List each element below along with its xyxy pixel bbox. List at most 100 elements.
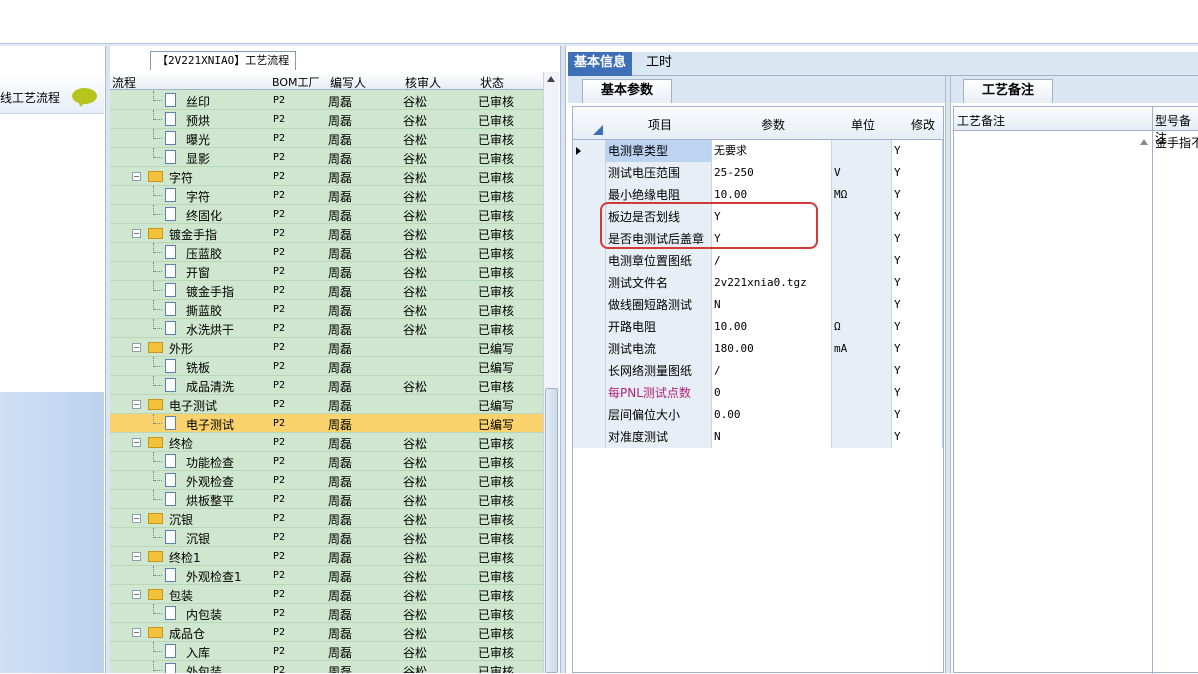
tab-work-hours[interactable]: 工时 — [640, 52, 678, 76]
col-header-process-note[interactable]: 工艺备注 — [957, 112, 1005, 129]
tree-row[interactable]: 内包装 P2 周磊 谷松 已审核 — [110, 604, 543, 623]
speech-bubble-icon[interactable] — [72, 88, 97, 104]
collapse-toggle-icon[interactable]: − — [132, 552, 141, 561]
tree-row[interactable]: − 终检1 P2 周磊 谷松 已审核 — [110, 547, 543, 566]
param-row[interactable]: 做线圈短路测试 N Y — [573, 294, 943, 316]
param-unit[interactable] — [832, 272, 892, 294]
param-value[interactable]: 0 — [712, 382, 832, 404]
param-modify[interactable]: Y — [892, 316, 943, 338]
scroll-up-icon[interactable] — [547, 76, 555, 82]
param-row[interactable]: 电测章类型 无要求 Y — [573, 140, 943, 162]
tree-vertical-scrollbar[interactable] — [543, 72, 559, 673]
tree-row[interactable]: 丝印 P2 周磊 谷松 已审核 — [110, 91, 543, 110]
param-value[interactable]: N — [712, 426, 832, 448]
row-indicator[interactable] — [573, 338, 606, 360]
row-indicator[interactable] — [573, 140, 606, 162]
row-indicator[interactable] — [573, 404, 606, 426]
row-indicator[interactable] — [573, 184, 606, 206]
right-splitter[interactable] — [945, 76, 951, 673]
param-unit[interactable]: MΩ — [832, 184, 892, 206]
param-value[interactable]: N — [712, 294, 832, 316]
collapse-toggle-icon[interactable]: − — [132, 514, 141, 523]
collapse-toggle-icon[interactable]: − — [132, 229, 141, 238]
param-row[interactable]: 层间偏位大小 0.00 Y — [573, 404, 943, 426]
tree-row[interactable]: − 成品仓 P2 周磊 谷松 已审核 — [110, 623, 543, 642]
param-modify[interactable]: Y — [892, 338, 943, 360]
param-unit[interactable]: Ω — [832, 316, 892, 338]
param-modify[interactable]: Y — [892, 206, 943, 228]
tree-row[interactable]: − 终检 P2 周磊 谷松 已审核 — [110, 433, 543, 452]
param-value[interactable]: 无要求 — [712, 140, 832, 162]
param-value[interactable]: 10.00 — [712, 316, 832, 338]
param-unit[interactable] — [832, 382, 892, 404]
tab-process-notes[interactable]: 工艺备注 — [963, 79, 1053, 103]
middle-splitter[interactable] — [560, 46, 566, 673]
tree-row[interactable]: − 电子测试 P2 周磊 已编写 — [110, 395, 543, 414]
notes-scroll-up-icon[interactable] — [1140, 139, 1148, 145]
row-indicator[interactable] — [573, 316, 606, 338]
param-unit[interactable] — [832, 250, 892, 272]
left-panel-header[interactable]: 线工艺流程 — [0, 78, 104, 114]
scroll-thumb[interactable] — [545, 388, 558, 673]
tree-row[interactable]: 显影 P2 周磊 谷松 已审核 — [110, 148, 543, 167]
tree-row[interactable]: 外观检查 P2 周磊 谷松 已审核 — [110, 471, 543, 490]
param-modify[interactable]: Y — [892, 360, 943, 382]
corner-select-icon[interactable] — [593, 125, 603, 135]
param-modify[interactable]: Y — [892, 228, 943, 250]
param-unit[interactable] — [832, 404, 892, 426]
col-header-flow[interactable]: 流程 — [112, 74, 136, 91]
tab-basic-params[interactable]: 基本参数 — [582, 79, 672, 103]
col-header-item[interactable]: 项目 — [648, 116, 672, 133]
param-modify[interactable]: Y — [892, 272, 943, 294]
tree-row[interactable]: 烘板整平 P2 周磊 谷松 已审核 — [110, 490, 543, 509]
param-row[interactable]: 测试电流 180.00 mA Y — [573, 338, 943, 360]
tree-row[interactable]: 撕蓝胶 P2 周磊 谷松 已审核 — [110, 300, 543, 319]
collapse-toggle-icon[interactable]: − — [132, 590, 141, 599]
row-indicator[interactable] — [573, 382, 606, 404]
param-row[interactable]: 电测章位置图纸 / Y — [573, 250, 943, 272]
param-value[interactable]: 2v221xnia0.tgz — [712, 272, 832, 294]
param-row[interactable]: 开路电阻 10.00 Ω Y — [573, 316, 943, 338]
param-modify[interactable]: Y — [892, 140, 943, 162]
collapse-toggle-icon[interactable]: − — [132, 438, 141, 447]
tree-row[interactable]: − 沉银 P2 周磊 谷松 已审核 — [110, 509, 543, 528]
tree-row[interactable]: 压蓝胶 P2 周磊 谷松 已审核 — [110, 243, 543, 262]
col-header-bom[interactable]: BOM工厂 — [272, 74, 320, 90]
param-row[interactable]: 测试文件名 2v221xnia0.tgz Y — [573, 272, 943, 294]
tree-row[interactable]: 开窗 P2 周磊 谷松 已审核 — [110, 262, 543, 281]
param-unit[interactable] — [832, 294, 892, 316]
tree-row[interactable]: 沉银 P2 周磊 谷松 已审核 — [110, 528, 543, 547]
param-unit[interactable] — [832, 360, 892, 382]
tree-row[interactable]: 外观检查1 P2 周磊 谷松 已审核 — [110, 566, 543, 585]
param-value[interactable]: 0.00 — [712, 404, 832, 426]
tree-row[interactable]: − 外形 P2 周磊 已编写 — [110, 338, 543, 357]
param-modify[interactable]: Y — [892, 404, 943, 426]
row-indicator[interactable] — [573, 360, 606, 382]
col-header-writer[interactable]: 编写人 — [330, 74, 366, 91]
param-row[interactable]: 每PNL测试点数 0 Y — [573, 382, 943, 404]
col-header-reviewer[interactable]: 核审人 — [405, 74, 441, 91]
param-modify[interactable]: Y — [892, 294, 943, 316]
col-header-unit[interactable]: 单位 — [851, 116, 875, 133]
tree-row[interactable]: 镀金手指 P2 周磊 谷松 已审核 — [110, 281, 543, 300]
tree-row[interactable]: 曝光 P2 周磊 谷松 已审核 — [110, 129, 543, 148]
collapse-toggle-icon[interactable]: − — [132, 628, 141, 637]
param-unit[interactable] — [832, 206, 892, 228]
tree-row[interactable]: 水洗烘干 P2 周磊 谷松 已审核 — [110, 319, 543, 338]
tree-row[interactable]: 预烘 P2 周磊 谷松 已审核 — [110, 110, 543, 129]
tree-row[interactable]: 入库 P2 周磊 谷松 已审核 — [110, 642, 543, 661]
row-indicator[interactable] — [573, 272, 606, 294]
collapse-toggle-icon[interactable]: − — [132, 400, 141, 409]
param-row[interactable]: 对准度测试 N Y — [573, 426, 943, 448]
model-note-value[interactable]: 金手指不 — [1155, 134, 1198, 151]
col-header-param[interactable]: 参数 — [761, 116, 785, 133]
param-value[interactable]: / — [712, 360, 832, 382]
tree-row[interactable]: 功能检查 P2 周磊 谷松 已审核 — [110, 452, 543, 471]
tree-row[interactable]: − 字符 P2 周磊 谷松 已审核 — [110, 167, 543, 186]
param-modify[interactable]: Y — [892, 250, 943, 272]
tree-row[interactable]: 铣板 P2 周磊 已编写 — [110, 357, 543, 376]
col-header-status[interactable]: 状态 — [480, 74, 504, 91]
param-row[interactable]: 长网络测量图纸 / Y — [573, 360, 943, 382]
param-modify[interactable]: Y — [892, 184, 943, 206]
tree-row[interactable]: − 镀金手指 P2 周磊 谷松 已审核 — [110, 224, 543, 243]
